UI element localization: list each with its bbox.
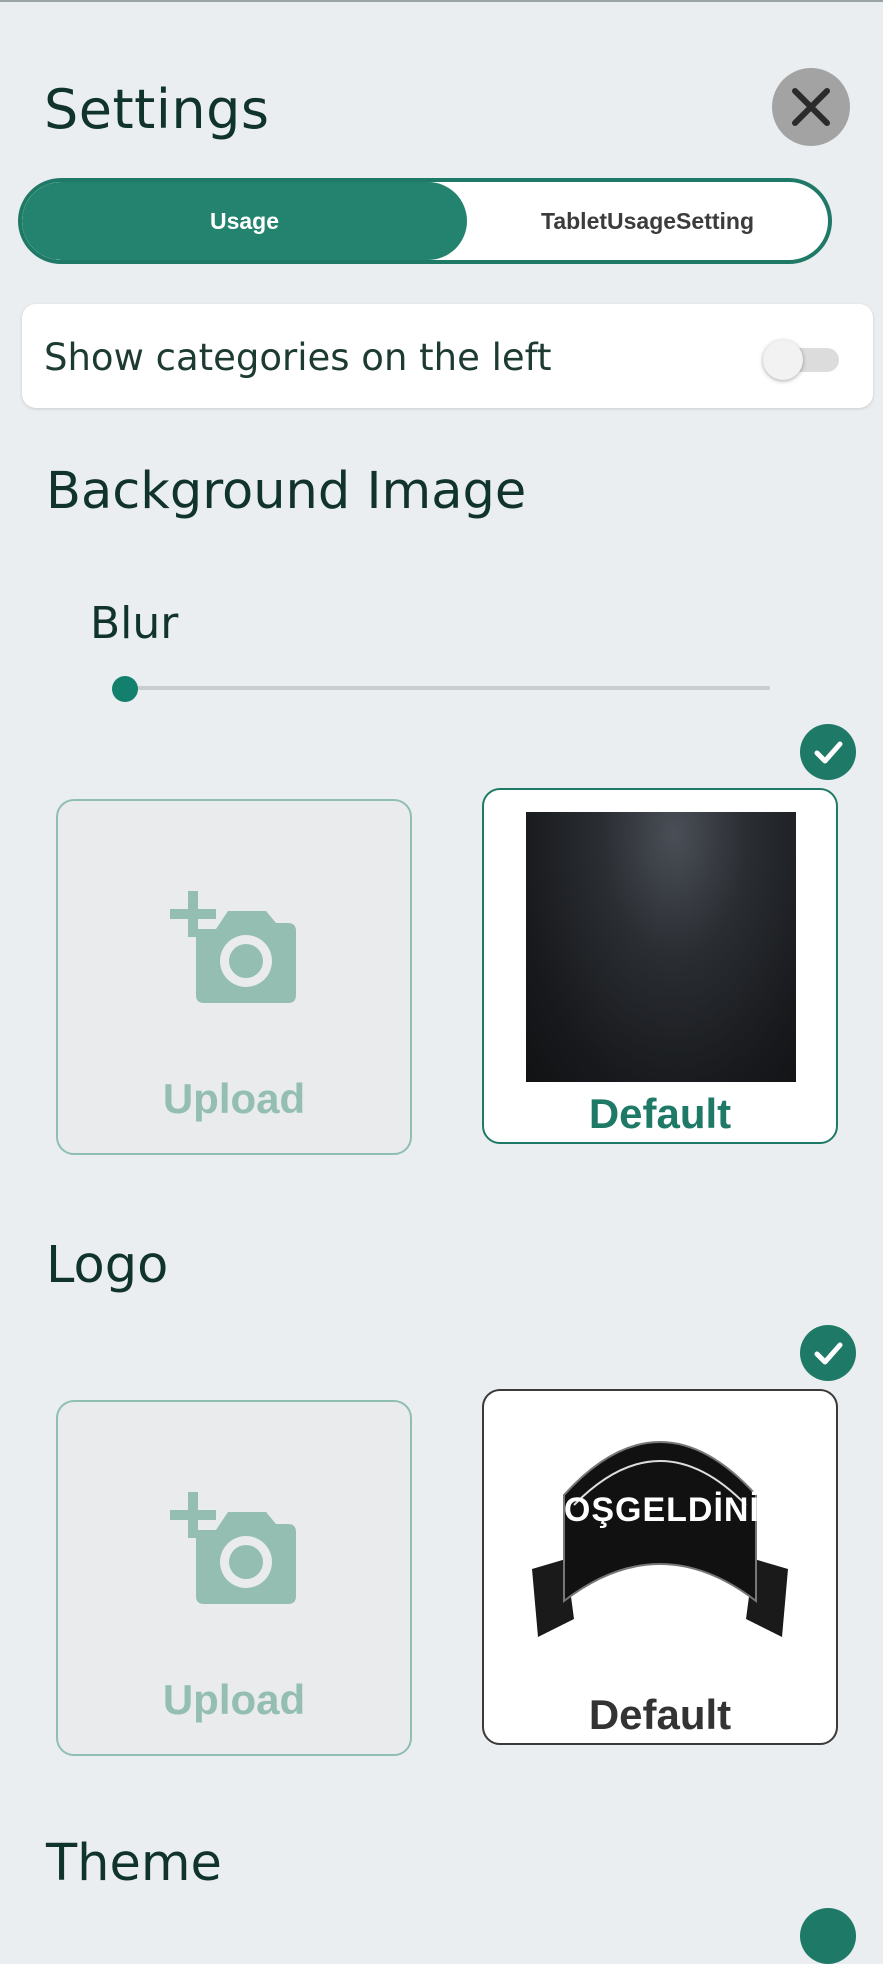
usage-tab-switcher: Usage TabletUsageSetting	[18, 178, 832, 264]
toggle-thumb	[763, 340, 803, 380]
default-label: Default	[588, 1691, 732, 1738]
show-categories-row: Show categories on the left	[22, 304, 873, 408]
blur-slider-thumb[interactable]	[112, 676, 138, 702]
page-title: Settings	[44, 78, 270, 141]
background-image-heading: Background Image	[46, 462, 527, 521]
add-photo-icon	[170, 891, 296, 1003]
upload-label: Upload	[162, 1676, 306, 1723]
close-icon	[792, 88, 830, 126]
logo-heading: Logo	[46, 1236, 169, 1295]
background-upload-tile[interactable]: Upload	[56, 799, 412, 1155]
add-photo-icon	[170, 1492, 296, 1604]
tab-tablet-usage-setting[interactable]: TabletUsageSetting	[467, 182, 828, 260]
selected-check-icon	[800, 1325, 856, 1381]
show-categories-toggle[interactable]	[755, 340, 849, 380]
selected-check-icon	[800, 724, 856, 780]
upload-label: Upload	[162, 1075, 306, 1122]
close-button[interactable]	[772, 68, 850, 146]
blur-label: Blur	[90, 598, 179, 649]
banner-logo-image: HOŞGELDİNİZ	[532, 1441, 788, 1637]
selected-check-icon	[800, 1908, 856, 1964]
top-divider	[0, 0, 883, 2]
blur-slider[interactable]	[124, 686, 770, 690]
logo-default-tile[interactable]: HOŞGELDİNİZ Default	[482, 1389, 838, 1745]
theme-heading: Theme	[46, 1834, 222, 1893]
show-categories-label: Show categories on the left	[44, 336, 552, 379]
logo-upload-tile[interactable]: Upload	[56, 1400, 412, 1756]
dark-texture-image	[526, 812, 796, 1082]
default-label: Default	[588, 1090, 732, 1137]
background-default-tile[interactable]: Default	[482, 788, 838, 1144]
tab-usage[interactable]: Usage	[22, 182, 467, 260]
svg-text:HOŞGELDİNİZ: HOŞGELDİNİZ	[538, 1491, 781, 1529]
